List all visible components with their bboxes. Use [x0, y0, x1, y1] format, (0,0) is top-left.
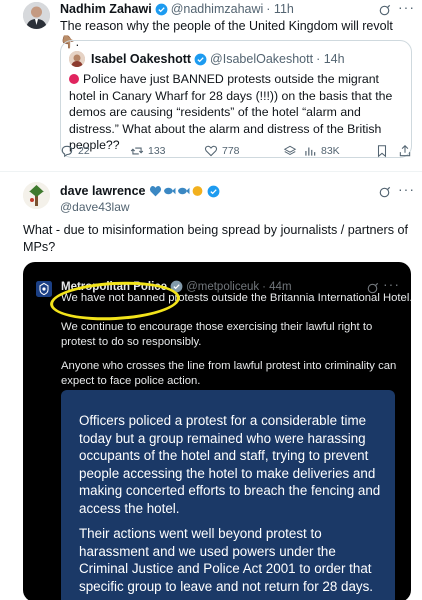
- tweet2-header: dave lawrence: [60, 184, 223, 198]
- tweet1-time[interactable]: · 11h: [266, 2, 294, 16]
- fish-emoji-icon: [178, 187, 190, 195]
- media-para3: Anyone who crosses the line from lawful …: [61, 360, 397, 387]
- repost-button[interactable]: 133: [130, 144, 166, 158]
- statement-para1: Officers policed a protest for a conside…: [79, 413, 381, 516]
- like-button[interactable]: 778: [204, 144, 240, 158]
- more-icon[interactable]: ···: [398, 0, 415, 15]
- verified-badge-icon: [155, 3, 168, 15]
- red-circle-emoji-icon: [69, 74, 79, 84]
- fish-emoji-icon: [164, 187, 176, 195]
- quote-text: Police have just BANNED protests outside…: [69, 72, 393, 152]
- more-icon: ···: [383, 276, 400, 292]
- tweet1-author-name[interactable]: Nadhim Zahawi: [60, 2, 152, 16]
- verified-badge-icon: [208, 185, 220, 197]
- quote-time: · 14h: [316, 52, 345, 66]
- media-para2: We continue to encourage those exercisin…: [61, 321, 373, 348]
- quoted-tweet[interactable]: Isabel Oakeshott @IsabelOakeshott · 14h …: [60, 40, 412, 158]
- grok-icon[interactable]: [378, 4, 391, 17]
- quote-handle: @IsabelOakeshott: [210, 52, 314, 66]
- tweet1-header: Nadhim Zahawi @nadhimzahawi · 11h: [60, 2, 294, 16]
- bookmark-icon: [377, 145, 387, 158]
- stack-icon: [283, 145, 297, 156]
- tweet2-author-name[interactable]: dave lawrence: [60, 184, 145, 198]
- media-handle: @metpoliceuk: [186, 280, 260, 293]
- tweet-divider: [0, 171, 422, 172]
- views-button[interactable]: 83K: [283, 144, 340, 158]
- media-time: · 44m: [262, 280, 292, 293]
- quote-author-name: Isabel Oakeshott: [91, 52, 192, 66]
- met-police-logo-icon: [36, 281, 52, 297]
- repost-count: 133: [148, 145, 166, 157]
- police-statement-card: Officers policed a protest for a conside…: [61, 390, 395, 600]
- repost-icon: [130, 147, 144, 155]
- heart-icon: [204, 145, 218, 157]
- blue-heart-emoji-icon: [150, 186, 162, 197]
- tweet2-media-image[interactable]: Metropolitan Police @metpoliceuk · 44m ·…: [23, 262, 411, 600]
- bookmark-button[interactable]: [375, 144, 393, 158]
- statement-para2: Their actions went well beyond protest t…: [79, 526, 374, 594]
- avatar-nadhim-zahawi[interactable]: [23, 2, 50, 29]
- share-icon: [399, 145, 411, 157]
- quote-header: Isabel Oakeshott @IsabelOakeshott · 14h: [91, 52, 345, 66]
- grok-icon[interactable]: [378, 186, 391, 199]
- handshake-emoji-icon: [193, 186, 203, 196]
- tweet2-handle[interactable]: @dave43law: [60, 200, 130, 214]
- like-count: 778: [222, 145, 240, 157]
- avatar-isabel-oakeshott: [69, 51, 85, 67]
- reply-button[interactable]: 22: [60, 144, 90, 158]
- quote-text-container: Police have just BANNED protests outside…: [69, 71, 409, 154]
- more-icon[interactable]: ···: [398, 181, 415, 197]
- reply-count: 22: [78, 145, 90, 157]
- tweet1-handle[interactable]: @nadhimzahawi: [171, 2, 264, 16]
- reply-icon: [61, 145, 73, 158]
- verified-badge-icon: [194, 53, 207, 65]
- views-count: 83K: [321, 145, 340, 157]
- tweet2-text: What - due to misinformation being sprea…: [23, 223, 408, 254]
- avatar-dave-lawrence[interactable]: [23, 182, 50, 209]
- share-button[interactable]: [398, 144, 416, 158]
- views-icon: [305, 147, 316, 156]
